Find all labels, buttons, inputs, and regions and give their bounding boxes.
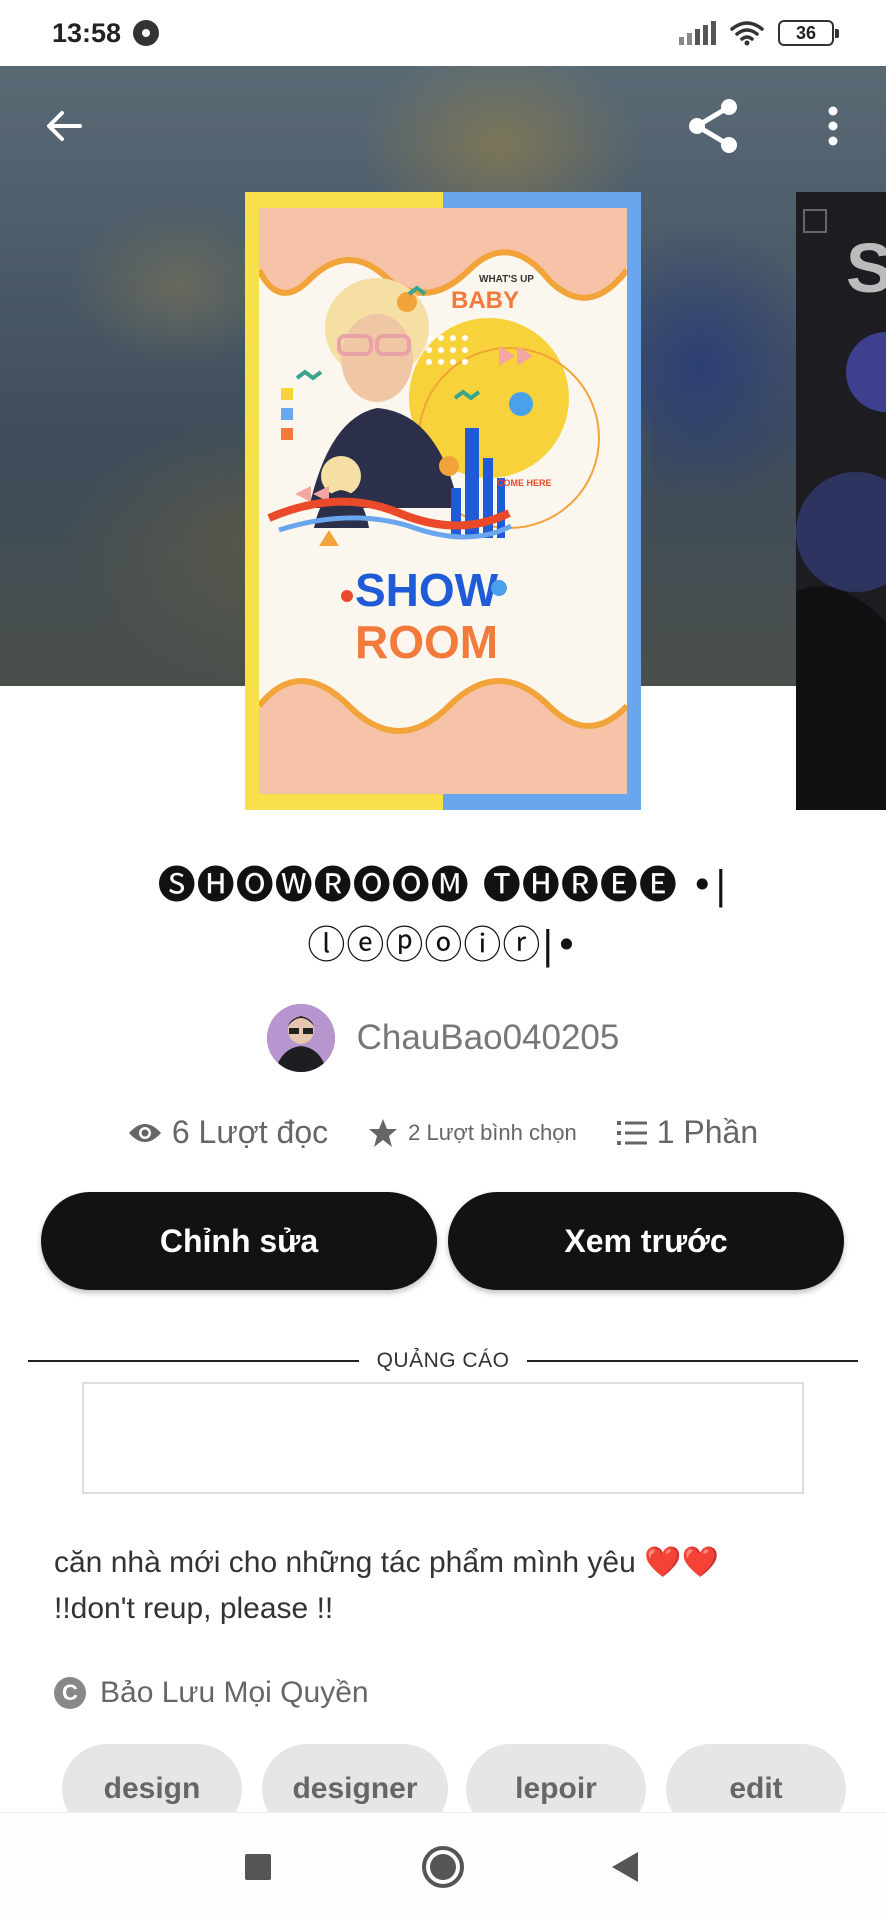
avatar-image <box>266 1004 335 1072</box>
cover-text-whatsup: WHAT'S UP <box>479 274 534 285</box>
cover-art: WHAT'S UP BABY COME HERE SHOW ROOM <box>259 208 627 794</box>
square-icon <box>245 1854 271 1880</box>
author-name[interactable]: ChauBao040205 <box>357 1018 620 1058</box>
ad-label: QUẢNG CÁO <box>376 1349 510 1372</box>
story-title-line-1: 🅢🅗🅞🅦🅡🅞🅞🅜 🅣🅗🅡🅔🅔 •| <box>157 863 729 907</box>
more-vertical-icon <box>828 106 838 146</box>
back-triangle-icon <box>612 1852 638 1882</box>
story-stats: 6 Lượt đọc 2 Lượt bình chọn 1 Phần <box>0 1114 886 1151</box>
back-button[interactable] <box>34 96 94 156</box>
battery-icon: 36 <box>778 20 839 46</box>
tag-design[interactable]: design <box>62 1744 242 1814</box>
tag-list: design designer lepoir edit <box>62 1744 886 1814</box>
edit-button[interactable]: Chỉnh sửa <box>41 1192 437 1290</box>
description-line-1: căn nhà mới cho những tác phẩm mình yêu … <box>54 1540 844 1586</box>
reads-count: 6 Lượt đọc <box>171 1114 329 1150</box>
story-title: 🅢🅗🅞🅦🅡🅞🅞🅜 🅣🅗🅡🅔🅔 •| ⓛⓔⓟⓞⓘⓡ|• <box>60 855 826 975</box>
ad-banner[interactable] <box>82 1382 804 1494</box>
next-cover-art: S <box>796 192 886 810</box>
parts-stat[interactable]: 1 Phần <box>616 1114 759 1151</box>
next-cover-letter: S <box>846 229 886 307</box>
battery-level: 36 <box>795 22 817 43</box>
home-circle-icon <box>422 1846 464 1888</box>
system-nav-bar <box>0 1812 886 1920</box>
description-text-1: căn nhà mới cho những tác phẩm mình yêu <box>54 1546 636 1579</box>
votes-stat: 2 Lượt bình chọn <box>368 1118 577 1148</box>
description-line-2: !!don't reup, please !! <box>54 1592 334 1625</box>
tag-edit[interactable]: edit <box>666 1744 846 1814</box>
signal-icon <box>679 21 716 45</box>
status-icons: 36 <box>679 20 839 46</box>
cover-text-show: SHOW <box>355 564 499 616</box>
parts-count: 1 Phần <box>656 1114 759 1150</box>
copyright-row: C Bảo Lưu Mọi Quyền <box>54 1676 369 1710</box>
tag-designer[interactable]: designer <box>262 1744 448 1814</box>
cover-text-room: ROOM <box>355 616 498 668</box>
cover-illustration: WHAT'S UP BABY COME HERE SHOW ROOM <box>259 208 627 794</box>
divider-line <box>527 1360 859 1362</box>
more-options-button[interactable] <box>808 96 858 156</box>
next-story-cover[interactable]: S <box>796 192 886 810</box>
preview-button[interactable]: Xem trước <box>448 1192 844 1290</box>
cover-text-baby: BABY <box>451 287 519 314</box>
back-nav-button[interactable] <box>585 1813 665 1920</box>
heart-icon: ❤️❤️ <box>644 1546 719 1579</box>
notification-icon <box>133 20 160 46</box>
ad-divider: QUẢNG CÁO <box>28 1348 859 1374</box>
cover-text-come: COME HERE <box>497 478 552 488</box>
share-button[interactable] <box>682 94 746 158</box>
eye-icon <box>128 1123 161 1142</box>
status-bar: 13:58 36 <box>0 0 886 66</box>
copyright-text: Bảo Lưu Mọi Quyền <box>100 1676 369 1709</box>
wifi-icon <box>730 21 764 46</box>
share-icon <box>689 99 737 153</box>
reads-stat: 6 Lượt đọc <box>128 1114 328 1151</box>
divider-line <box>28 1360 359 1362</box>
home-button[interactable] <box>403 1813 483 1920</box>
avatar[interactable] <box>266 1004 335 1072</box>
star-icon <box>369 1118 398 1147</box>
back-arrow-icon <box>47 111 82 141</box>
story-description: căn nhà mới cho những tác phẩm mình yêu … <box>54 1540 844 1632</box>
tag-lepoir[interactable]: lepoir <box>466 1744 646 1814</box>
votes-count: 2 Lượt bình chọn <box>408 1119 577 1145</box>
story-title-line-2: ⓛⓔⓟⓞⓘⓡ|• <box>307 923 579 967</box>
status-time: 13:58 <box>52 17 122 48</box>
list-icon <box>616 1120 647 1145</box>
author-row[interactable]: ChauBao040205 <box>0 1004 886 1072</box>
recents-button[interactable] <box>218 1813 298 1920</box>
story-cover[interactable]: WHAT'S UP BABY COME HERE SHOW ROOM <box>245 192 641 810</box>
copyright-icon: C <box>54 1677 86 1709</box>
